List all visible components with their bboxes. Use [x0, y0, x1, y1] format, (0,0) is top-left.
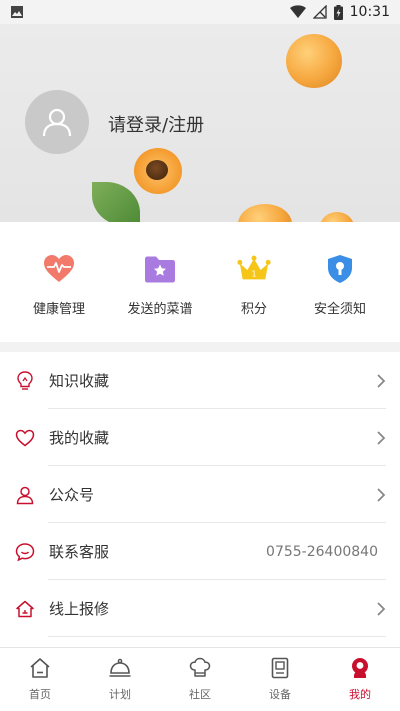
menu-item-label: 联系客服: [49, 543, 110, 561]
menu-item-label: 线上报修: [49, 600, 110, 618]
login-register-link[interactable]: 请登录/注册: [108, 111, 204, 137]
apricot-image-bottom: [238, 204, 292, 222]
tab-mine[interactable]: 我的: [320, 648, 400, 711]
tab-community[interactable]: 社区: [160, 648, 240, 711]
apricot-image: [286, 34, 342, 88]
home-repair-icon: [14, 598, 36, 620]
apricot-pit-image: [146, 160, 168, 180]
svg-text:1: 1: [252, 270, 257, 279]
chevron-right-icon: [377, 601, 386, 616]
menu-item-label: 公众号: [49, 486, 95, 504]
quick-action-label: 安全须知: [313, 302, 366, 317]
menu-item-online-repair[interactable]: 线上报修: [0, 580, 400, 637]
quick-action-points[interactable]: 1 积分: [204, 252, 304, 317]
image-notification-icon: [11, 6, 23, 18]
bottom-nav: 首页 计划 社区 设备 我的: [0, 647, 400, 711]
profile-header: 请登录/注册: [0, 0, 400, 222]
shield-icon: [323, 252, 357, 286]
menu-item-contact-service[interactable]: 联系客服 0755-26400840: [0, 523, 400, 580]
menu-item-my-favorites[interactable]: 我的收藏: [0, 409, 400, 466]
menu-item-label: 我的收藏: [49, 429, 110, 447]
user-avatar-icon: [42, 108, 72, 137]
quick-actions: 健康管理 发送的菜谱 1 积分 安全须知: [0, 222, 400, 342]
quick-action-health[interactable]: 健康管理: [9, 252, 109, 317]
heart-icon: [14, 427, 36, 449]
device-icon: [267, 655, 293, 681]
tab-devices[interactable]: 设备: [240, 648, 320, 711]
tab-label: 我的: [349, 688, 371, 701]
status-time: 10:31: [349, 4, 390, 20]
status-bar: 10:31: [0, 0, 400, 24]
home-icon: [27, 655, 53, 681]
chevron-right-icon: [377, 430, 386, 445]
tab-plan[interactable]: 计划: [80, 648, 160, 711]
chef-hat-icon: [187, 655, 213, 681]
tab-label: 计划: [109, 688, 131, 701]
quick-action-safety[interactable]: 安全须知: [290, 252, 390, 317]
leaf-image: [92, 182, 140, 222]
tab-label: 设备: [269, 688, 291, 701]
quick-action-label: 发送的菜谱: [127, 302, 193, 317]
apricot-image-right: [320, 212, 354, 222]
star-folder-icon: [143, 252, 177, 286]
menu-item-knowledge-favorites[interactable]: 知识收藏: [0, 352, 400, 409]
tab-label: 首页: [29, 688, 51, 701]
avatar[interactable]: [25, 90, 89, 154]
quick-action-sent-recipes[interactable]: 发送的菜谱: [110, 252, 210, 317]
wifi-icon: [289, 5, 306, 18]
profile-icon: [347, 655, 373, 681]
crown-icon: 1: [237, 252, 271, 286]
quick-action-label: 积分: [240, 302, 267, 317]
quick-action-label: 健康管理: [32, 302, 85, 317]
chevron-right-icon: [377, 487, 386, 502]
heart-pulse-icon: [42, 252, 76, 286]
menu-item-label: 知识收藏: [49, 372, 110, 390]
menu-list: 知识收藏 我的收藏 公众号 联系客服 0755-26400840 线上报修: [0, 352, 400, 647]
menu-item-official-account[interactable]: 公众号: [0, 466, 400, 523]
chevron-right-icon: [377, 373, 386, 388]
tab-label: 社区: [189, 688, 211, 701]
divider: [48, 636, 386, 637]
cloche-icon: [107, 655, 133, 681]
lightbulb-icon: [14, 370, 36, 392]
service-phone-number[interactable]: 0755-26400840: [266, 544, 378, 560]
chat-icon: [14, 541, 36, 563]
no-signal-icon: [312, 5, 327, 19]
tab-home[interactable]: 首页: [0, 648, 80, 711]
user-icon: [14, 484, 36, 506]
battery-charging-icon: [333, 4, 343, 20]
